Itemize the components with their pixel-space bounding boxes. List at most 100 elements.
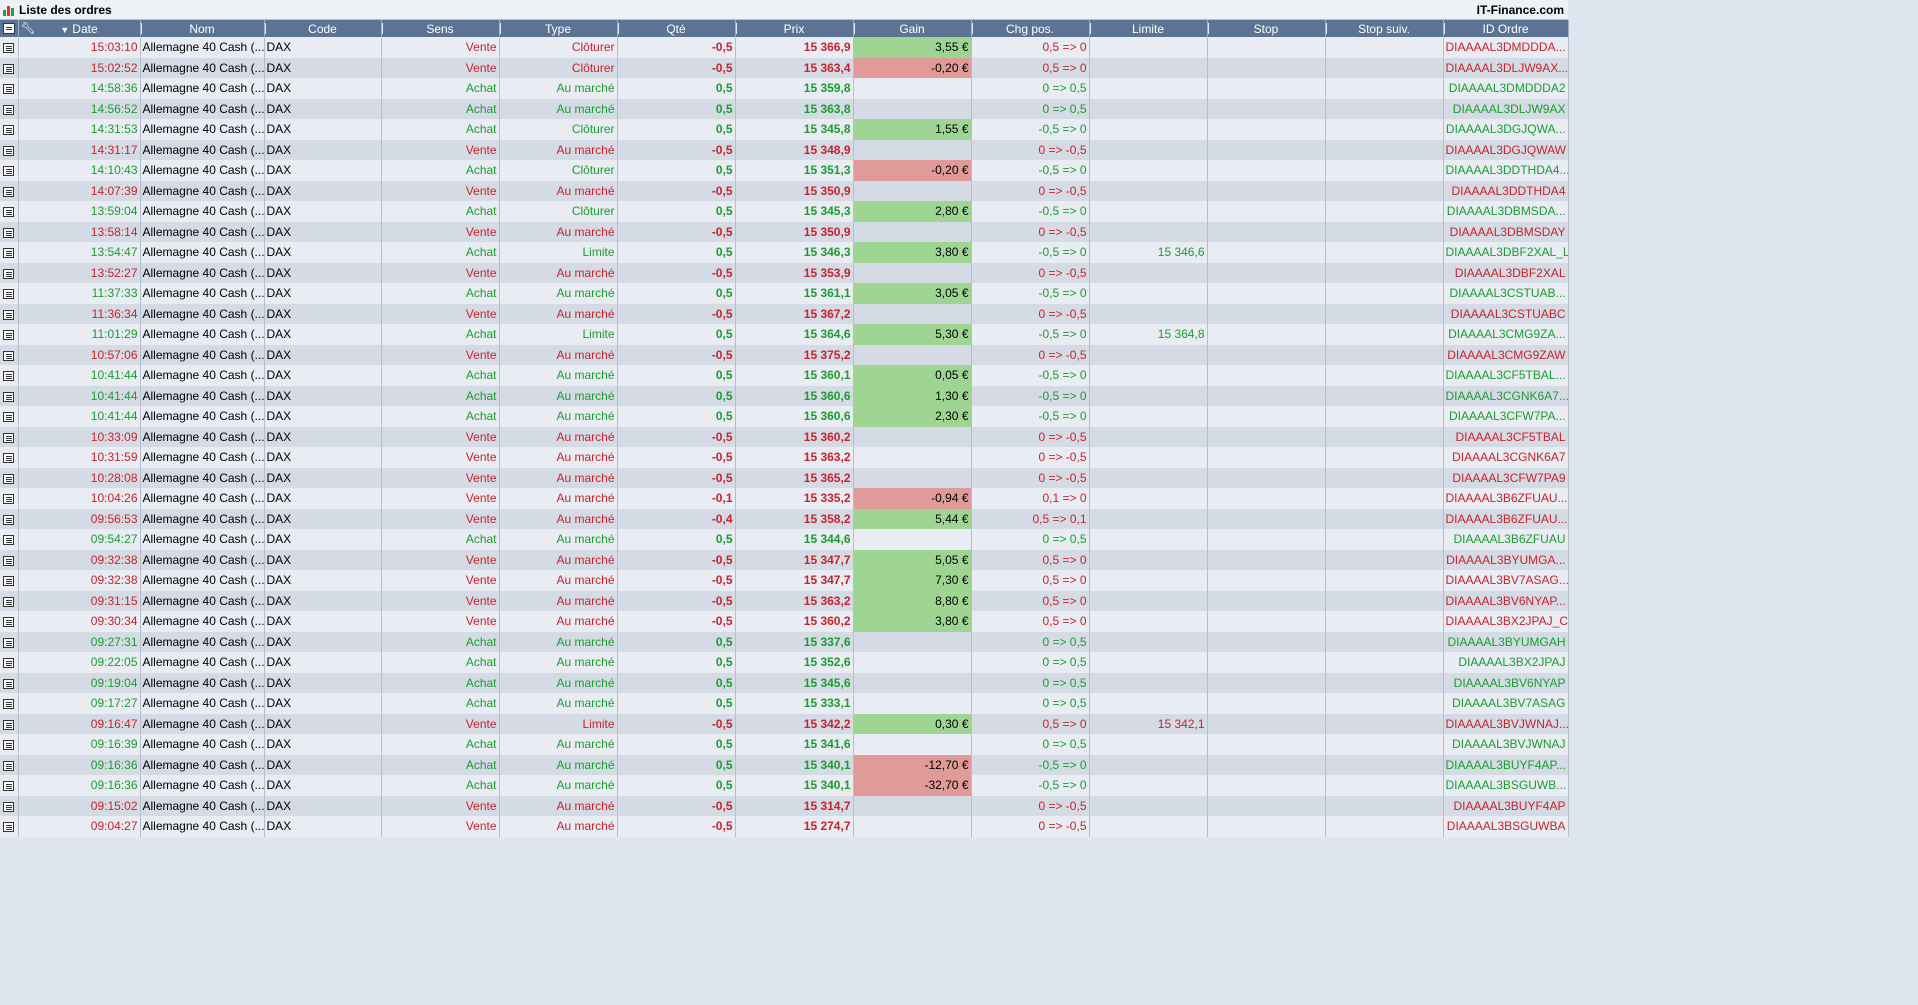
row-detail-cell[interactable]: [0, 221, 19, 242]
order-detail-icon[interactable]: [3, 84, 15, 95]
header-id-ordre[interactable]: ID Ordre: [1443, 20, 1569, 37]
order-detail-icon[interactable]: [3, 576, 15, 587]
row-detail-cell[interactable]: [0, 283, 19, 304]
order-detail-icon[interactable]: [3, 227, 15, 238]
table-row[interactable]: 09:22:05 Allemagne 40 Cash (... DAX Achat Au…: [0, 652, 1569, 673]
row-detail-cell[interactable]: [0, 201, 19, 222]
header-date[interactable]: 🔧︎ ▼ Date: [18, 20, 141, 37]
row-detail-cell[interactable]: [0, 426, 19, 447]
header-gain[interactable]: Gain: [853, 20, 972, 37]
header-stop[interactable]: Stop: [1207, 20, 1326, 37]
table-row[interactable]: 09:17:27 Allemagne 40 Cash (... DAX Achat Au…: [0, 693, 1569, 714]
table-row[interactable]: 09:54:27 Allemagne 40 Cash (... DAX Achat Au…: [0, 529, 1569, 550]
order-detail-icon[interactable]: [3, 822, 15, 833]
order-detail-icon[interactable]: [3, 248, 15, 259]
table-row[interactable]: 09:15:02 Allemagne 40 Cash (... DAX Vente Au…: [0, 795, 1569, 816]
table-row[interactable]: 15:02:52 Allemagne 40 Cash (... DAX Vente Cl…: [0, 57, 1569, 78]
row-detail-cell[interactable]: [0, 488, 19, 509]
table-row[interactable]: 09:16:36 Allemagne 40 Cash (... DAX Achat Au…: [0, 754, 1569, 775]
row-detail-cell[interactable]: [0, 385, 19, 406]
row-detail-cell[interactable]: [0, 447, 19, 468]
table-row[interactable]: 09:30:34 Allemagne 40 Cash (... DAX Vente Au…: [0, 611, 1569, 632]
row-detail-cell[interactable]: [0, 795, 19, 816]
order-detail-icon[interactable]: [3, 186, 15, 197]
table-row[interactable]: 09:32:38 Allemagne 40 Cash (... DAX Vente Au…: [0, 570, 1569, 591]
table-row[interactable]: 11:37:33 Allemagne 40 Cash (... DAX Achat Au…: [0, 283, 1569, 304]
header-sens[interactable]: Sens: [381, 20, 500, 37]
table-row[interactable]: 11:36:34 Allemagne 40 Cash (... DAX Vente Au…: [0, 303, 1569, 324]
row-detail-cell[interactable]: [0, 734, 19, 755]
row-detail-cell[interactable]: [0, 754, 19, 775]
table-row[interactable]: 14:31:53 Allemagne 40 Cash (... DAX Achat Cl…: [0, 119, 1569, 140]
row-detail-cell[interactable]: [0, 611, 19, 632]
table-row[interactable]: 13:58:14 Allemagne 40 Cash (... DAX Vente Au…: [0, 221, 1569, 242]
order-detail-icon[interactable]: [3, 412, 15, 423]
order-detail-icon[interactable]: [3, 658, 15, 669]
row-detail-cell[interactable]: [0, 365, 19, 386]
order-detail-icon[interactable]: [3, 473, 15, 484]
header-chg-pos[interactable]: Chg pos.: [971, 20, 1090, 37]
order-detail-icon[interactable]: [3, 207, 15, 218]
order-detail-icon[interactable]: [3, 432, 15, 443]
table-row[interactable]: 10:41:44 Allemagne 40 Cash (... DAX Achat Au…: [0, 365, 1569, 386]
order-detail-icon[interactable]: [3, 637, 15, 648]
table-row[interactable]: 09:56:53 Allemagne 40 Cash (... DAX Vente Au…: [0, 508, 1569, 529]
order-detail-icon[interactable]: [3, 145, 15, 156]
table-row[interactable]: 10:04:26 Allemagne 40 Cash (... DAX Vente Au…: [0, 488, 1569, 509]
table-row[interactable]: 09:16:36 Allemagne 40 Cash (... DAX Achat Au…: [0, 775, 1569, 796]
table-row[interactable]: 11:01:29 Allemagne 40 Cash (... DAX Achat Li…: [0, 324, 1569, 345]
row-detail-cell[interactable]: [0, 324, 19, 345]
wrench-icon[interactable]: 🔧︎: [21, 22, 36, 34]
order-detail-icon[interactable]: [3, 166, 15, 177]
header-code[interactable]: Code: [264, 20, 382, 37]
order-detail-icon[interactable]: [3, 535, 15, 546]
row-detail-cell[interactable]: [0, 98, 19, 119]
header-stop-suiv[interactable]: Stop suiv.: [1325, 20, 1444, 37]
row-detail-cell[interactable]: [0, 262, 19, 283]
order-detail-icon[interactable]: [3, 289, 15, 300]
row-detail-cell[interactable]: [0, 78, 19, 99]
table-row[interactable]: 14:56:52 Allemagne 40 Cash (... DAX Achat Au…: [0, 98, 1569, 119]
table-row[interactable]: 09:32:38 Allemagne 40 Cash (... DAX Vente Au…: [0, 549, 1569, 570]
table-row[interactable]: 09:16:39 Allemagne 40 Cash (... DAX Achat Au…: [0, 734, 1569, 755]
table-row[interactable]: 14:58:36 Allemagne 40 Cash (... DAX Achat Au…: [0, 78, 1569, 99]
table-row[interactable]: 09:31:15 Allemagne 40 Cash (... DAX Vente Au…: [0, 590, 1569, 611]
list-view-icon[interactable]: [2, 23, 15, 34]
order-detail-icon[interactable]: [3, 801, 15, 812]
table-row[interactable]: 10:41:44 Allemagne 40 Cash (... DAX Achat Au…: [0, 406, 1569, 427]
order-detail-icon[interactable]: [3, 309, 15, 320]
table-row[interactable]: 14:31:17 Allemagne 40 Cash (... DAX Vente Au…: [0, 139, 1569, 160]
row-detail-cell[interactable]: [0, 549, 19, 570]
table-row[interactable]: 14:10:43 Allemagne 40 Cash (... DAX Achat Cl…: [0, 160, 1569, 181]
order-detail-icon[interactable]: [3, 350, 15, 361]
order-detail-icon[interactable]: [3, 760, 15, 771]
row-detail-cell[interactable]: [0, 37, 19, 58]
order-detail-icon[interactable]: [3, 391, 15, 402]
row-detail-cell[interactable]: [0, 652, 19, 673]
row-detail-cell[interactable]: [0, 529, 19, 550]
order-detail-icon[interactable]: [3, 494, 15, 505]
table-row[interactable]: 13:52:27 Allemagne 40 Cash (... DAX Vente Au…: [0, 262, 1569, 283]
table-row[interactable]: 09:27:31 Allemagne 40 Cash (... DAX Achat Au…: [0, 631, 1569, 652]
row-detail-cell[interactable]: [0, 303, 19, 324]
table-row[interactable]: 09:16:47 Allemagne 40 Cash (... DAX Vente Li…: [0, 713, 1569, 734]
row-detail-cell[interactable]: [0, 672, 19, 693]
table-row[interactable]: 15:03:10 Allemagne 40 Cash (... DAX Vente Cl…: [0, 37, 1569, 58]
header-type[interactable]: Type: [499, 20, 618, 37]
header-qte[interactable]: Qté: [617, 20, 736, 37]
row-detail-cell[interactable]: [0, 160, 19, 181]
row-detail-cell[interactable]: [0, 713, 19, 734]
order-detail-icon[interactable]: [3, 617, 15, 628]
row-detail-cell[interactable]: [0, 344, 19, 365]
order-detail-icon[interactable]: [3, 781, 15, 792]
table-row[interactable]: 13:54:47 Allemagne 40 Cash (... DAX Achat Li…: [0, 242, 1569, 263]
order-detail-icon[interactable]: [3, 514, 15, 525]
row-detail-cell[interactable]: [0, 590, 19, 611]
order-detail-icon[interactable]: [3, 699, 15, 710]
row-detail-cell[interactable]: [0, 693, 19, 714]
row-detail-cell[interactable]: [0, 775, 19, 796]
order-detail-icon[interactable]: [3, 678, 15, 689]
row-detail-cell[interactable]: [0, 508, 19, 529]
row-detail-cell[interactable]: [0, 467, 19, 488]
order-detail-icon[interactable]: [3, 371, 15, 382]
